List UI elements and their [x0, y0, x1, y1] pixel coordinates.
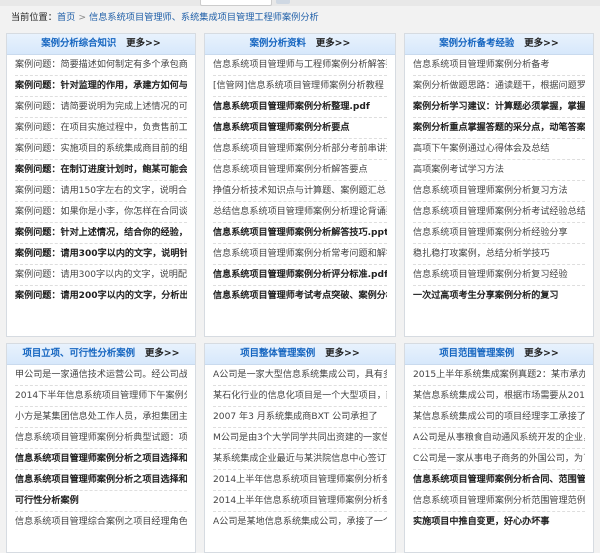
- article-link[interactable]: 总结信息系统项目管理师案例分析理论背诵要点: [213, 202, 387, 223]
- top-header-strip: [0, 0, 600, 6]
- article-link[interactable]: 某系统集成企业最近与某洪院信息中心签订了一个法: [213, 449, 387, 470]
- article-link[interactable]: 信息系统项目管理师案例分析要点: [213, 118, 387, 139]
- article-link[interactable]: 高项下午案例通过心得体会及总结: [413, 139, 585, 160]
- article-link[interactable]: 挣值分析技术知识点与计算题、案例题汇总: [213, 181, 387, 202]
- article-link[interactable]: 实施项目中推自变更，好心办坏事: [413, 512, 585, 532]
- article-link[interactable]: 2015上半年系统集成案例真题2：某市承办国际: [413, 365, 585, 386]
- breadcrumb-current-link[interactable]: 信息系统项目管理师、系统集成项目管理工程师案例分析: [89, 12, 319, 23]
- panel-header: 案例分析备考经验 更多>>: [405, 34, 593, 55]
- article-link[interactable]: 2007 年3 月系统集成商BXT 公司承担了: [213, 407, 387, 428]
- article-link[interactable]: 案例问题：在项目实施过程中，负责售前工作的李某: [15, 118, 187, 139]
- article-link[interactable]: 2014上半年信息系统项目管理师案例分析参考答: [213, 470, 387, 491]
- article-link[interactable]: 信息系统项目管理师案例分析解答技巧.ppt: [213, 223, 387, 244]
- article-link[interactable]: 信息系统项目管理师考试考点突破、案例分析、: [213, 286, 387, 306]
- article-list: 案例问题：简要描述如何制定有多个承包商参与的项案例问题：针对监理的作用，承建方如…: [7, 55, 195, 306]
- article-link[interactable]: 信息系统项目管理师案例分析部分考前串讲资料.pdf: [213, 139, 387, 160]
- panel-case-knowledge: 案例分析综合知识更多>> 案例问题：简要描述如何制定有多个承包商参与的项案例问题…: [6, 33, 196, 337]
- article-link[interactable]: A公司是一家大型信息系统集成公司，具有多年的系: [213, 365, 387, 386]
- article-link[interactable]: 信息系统项目管理师案例分析范围管理范例解读: [413, 491, 585, 512]
- article-link[interactable]: [信管网]信息系统项目管理师案例分析教程: [213, 76, 387, 97]
- article-list: 2015上半年系统集成案例真题2：某市承办国际某信息系统集成公司，根据市场需要从…: [405, 365, 593, 532]
- panel-title[interactable]: 案例分析综合知识: [41, 38, 116, 49]
- panel-case-experience: 案例分析备考经验 更多>> 信息系统项目管理师案例分析备考 案例分析做题思路：通读题…: [404, 33, 594, 337]
- article-link[interactable]: 案例问题：针对上述情况，结合你的经验，请用15: [15, 223, 187, 244]
- article-link[interactable]: 高项案例考试学习方法: [413, 160, 585, 181]
- article-list: 信息系统项目管理师案例分析备考案例分析做题思路：通读题干，根据问题罗列考点案例分…: [405, 55, 593, 306]
- article-link[interactable]: 案例问题：请简要说明为完成上述情况的可能原因有哪: [15, 97, 187, 118]
- article-link[interactable]: 某石化行业的信息化项目是一个大型项目，前期投标: [213, 386, 387, 407]
- article-link[interactable]: 小方是某集团信息处工作人员，承担集团主网站、分: [15, 407, 187, 428]
- article-link[interactable]: 案例分析学习建议：计算题必须掌握，掌握思路和方: [413, 97, 585, 118]
- panel-title[interactable]: 项目整体管理案例: [240, 348, 315, 359]
- article-link[interactable]: 信息系统项目管理师案例分析解答要点: [213, 160, 387, 181]
- panel-integration-management: 项目整体管理案例更多>> A公司是一家大型信息系统集成公司，具有多年的系某石化行…: [204, 343, 396, 553]
- article-link[interactable]: 案例问题：在制订进度计划时，鲍某可能会采取哪些: [15, 160, 187, 181]
- article-link[interactable]: 甲公司是一家通信技术运营公司。经公司战略规划部: [15, 365, 187, 386]
- panel-header: 案例分析综合知识 更多>>: [7, 34, 195, 55]
- more-link[interactable]: 更多>>: [524, 38, 558, 49]
- breadcrumb-home-link[interactable]: 首页: [57, 12, 75, 23]
- article-link[interactable]: 一次过高项考生分享案例分析的复习: [413, 286, 585, 306]
- article-link[interactable]: 案例问题：请用150字左右的文字，说明合同的作: [15, 181, 187, 202]
- breadcrumb-separator: >: [78, 12, 87, 23]
- more-link[interactable]: 更多>>: [325, 348, 359, 359]
- panel-header: 项目立项、可行性分析案例 更多>>: [7, 344, 195, 365]
- article-link[interactable]: 信息系统项目管理师案例分析复习经验: [413, 265, 585, 286]
- panel-title[interactable]: 项目立项、可行性分析案例: [23, 348, 136, 359]
- article-list: A公司是一家大型信息系统集成公司，具有多年的系某石化行业的信息化项目是一个大型项…: [205, 365, 395, 532]
- article-link[interactable]: 案例问题：请用300字以内的文字，说明针对目前: [15, 244, 187, 265]
- article-link[interactable]: 信息系统项目管理师案例分析评分标准.pdf: [213, 265, 387, 286]
- more-link[interactable]: 更多>>: [126, 38, 160, 49]
- panel-header: 案例分析资料 更多>>: [205, 34, 395, 55]
- article-link[interactable]: 案例问题：请用300字以内的文字，说明配置管理: [15, 265, 187, 286]
- article-link[interactable]: 案例问题：实施项目的系统集成商目前的组织类型: [15, 139, 187, 160]
- search-input[interactable]: [200, 0, 272, 6]
- article-link[interactable]: 信息系统项目管理师案例分析之项目选择和可行性研: [15, 449, 187, 470]
- article-link[interactable]: 信息系统项目管理师案例分析典型试题：项目选择和: [15, 428, 187, 449]
- panel-header: 项目范围管理案例 更多>>: [405, 344, 593, 365]
- panel-title[interactable]: 案例分析备考经验: [439, 38, 514, 49]
- article-link[interactable]: A公司是从事粮食自动通风系统开发的企业，: [413, 428, 585, 449]
- panel-title[interactable]: 案例分析资料: [250, 38, 306, 49]
- article-link[interactable]: 案例问题：简要描述如何制定有多个承包商参与的项: [15, 55, 187, 76]
- panel-header: 项目整体管理案例 更多>>: [205, 344, 395, 365]
- article-link[interactable]: M公司是由3个大学同学共同出资建的一家信息系: [213, 428, 387, 449]
- article-link[interactable]: A公司是某地信息系统集成公司，承接了一个政府部门: [213, 512, 387, 532]
- article-link[interactable]: 信息系统项目管理师案例分析复习方法: [413, 181, 585, 202]
- article-link[interactable]: 信息系统项目管理师案例分析备考: [413, 55, 585, 76]
- article-link[interactable]: 信息系统项目管理师与工程师案例分析解答要点专题: [213, 55, 387, 76]
- article-link[interactable]: 信息系统项目管理师案例分析之项目选择和可行性研: [15, 470, 187, 491]
- article-link[interactable]: 信息系统项目管理师案例分析经验分享: [413, 223, 585, 244]
- panel-case-materials: 案例分析资料更多>> 信息系统项目管理师与工程师案例分析解答要点专题[信管网]信…: [204, 33, 396, 337]
- search-button[interactable]: [276, 0, 290, 4]
- article-link[interactable]: 信息系统项目管理师案例分析常考问题和解答: [213, 244, 387, 265]
- article-link[interactable]: 某信息系统集成公司，根据市场需要从2013年初: [413, 386, 585, 407]
- article-link[interactable]: 可行性分析案例: [15, 491, 187, 512]
- article-list: 甲公司是一家通信技术运营公司。经公司战略规划部2014下半年信息系统项目管理师下…: [7, 365, 195, 532]
- article-link[interactable]: 2014上半年信息系统项目管理师案例分析参考答: [213, 491, 387, 512]
- article-link[interactable]: 信息系统项目管理综合案例之项目经理角色案例: [15, 512, 187, 532]
- article-link[interactable]: 案例问题：请用200字以内的文字，分析出现这种: [15, 286, 187, 306]
- article-link[interactable]: 案例问题：如果你是小李，你怎样在合同谈判、计划: [15, 202, 187, 223]
- breadcrumb-label: 当前位置：: [11, 12, 57, 23]
- more-link[interactable]: 更多>>: [316, 38, 350, 49]
- article-link[interactable]: 信息系统项目管理师案例分析合同、范围管理范例: [413, 470, 585, 491]
- panel-title[interactable]: 项目范围管理案例: [439, 348, 514, 359]
- article-link[interactable]: C公司是一家从事电子商务的外国公司，为了在中国: [413, 449, 585, 470]
- article-link[interactable]: 稳扎稳打攻案例，总结分析学技巧: [413, 244, 585, 265]
- article-link[interactable]: 信息系统项目管理师案例分析考试经验总结: [413, 202, 585, 223]
- article-link[interactable]: 2014下半年信息系统项目管理师下午案例分析第: [15, 386, 187, 407]
- panel-scope-management: 项目范围管理案例更多>> 2015上半年系统集成案例真题2：某市承办国际某信息系…: [404, 343, 594, 553]
- article-list: 信息系统项目管理师与工程师案例分析解答要点专题[信管网]信息系统项目管理师案例分…: [205, 55, 395, 306]
- article-link[interactable]: 案例分析做题思路：通读题干，根据问题罗列考点: [413, 76, 585, 97]
- breadcrumb: 当前位置：首页 > 信息系统项目管理师、系统集成项目管理工程师案例分析: [11, 11, 319, 25]
- article-link[interactable]: 信息系统项目管理师案例分析整理.pdf: [213, 97, 387, 118]
- article-link[interactable]: 案例分析重点掌握答题的采分点，动笔答案例: [413, 118, 585, 139]
- article-link[interactable]: 案例问题：针对监理的作用，承建方如何与监理协同: [15, 76, 187, 97]
- more-link[interactable]: 更多>>: [145, 348, 179, 359]
- more-link[interactable]: 更多>>: [524, 348, 558, 359]
- article-link[interactable]: 某信息系统集成公司的项目经理李工承接了一家大型: [413, 407, 585, 428]
- panel-project-initiation: 项目立项、可行性分析案例更多>> 甲公司是一家通信技术运营公司。经公司战略规划部…: [6, 343, 196, 553]
